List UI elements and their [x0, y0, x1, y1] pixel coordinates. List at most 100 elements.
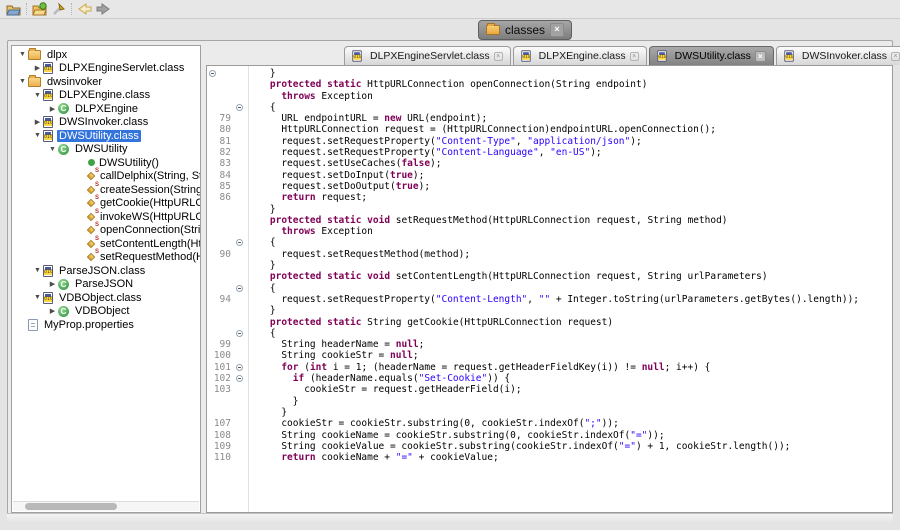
tree-item[interactable]: ▼DLPXEngine.class: [12, 89, 200, 103]
tree-item[interactable]: MyProp.properties: [12, 318, 200, 332]
expand-arrow-icon[interactable]: ▶: [47, 280, 58, 288]
tree-item[interactable]: ▶DWSInvoker.class: [12, 116, 200, 130]
close-tab-icon[interactable]: ×: [891, 52, 900, 61]
code-line: throws Exception: [207, 226, 892, 237]
fold-marker-icon[interactable]: [236, 375, 243, 382]
ctor-icon: [88, 159, 95, 166]
code-line: 99 String headerName = null;: [207, 339, 892, 350]
expand-arrow-icon[interactable]: ▶: [47, 105, 58, 113]
classfile-icon: [43, 62, 53, 74]
collapse-arrow-icon[interactable]: ▼: [32, 267, 43, 274]
class-icon: [58, 103, 69, 114]
code-lines: } protected static HttpURLConnection ope…: [207, 68, 892, 463]
expand-arrow-icon[interactable]: ▶: [32, 64, 43, 72]
search-icon[interactable]: [49, 1, 67, 17]
line-number: 79: [207, 113, 233, 124]
open-file-icon[interactable]: [4, 1, 22, 17]
fold-column: [233, 215, 247, 226]
fold-column: [233, 204, 247, 215]
line-number: 107: [207, 418, 233, 429]
fold-marker-icon[interactable]: [236, 364, 243, 371]
code-line: {: [207, 102, 892, 113]
editor-tab[interactable]: DWSInvoker.class ×: [776, 46, 900, 65]
open-type-icon[interactable]: [31, 1, 49, 17]
tree-item[interactable]: ▶DLPXEngineServlet.class: [12, 62, 200, 76]
tree-item[interactable]: ▼DWSUtility: [12, 143, 200, 157]
file-tree-panel: ▼ dlpx▶DLPXEngineServlet.class▼dwsinvoker…: [11, 45, 201, 513]
fold-marker-icon[interactable]: [236, 104, 243, 111]
tree-item[interactable]: openConnection(String): [12, 224, 200, 238]
collapse-arrow-icon[interactable]: ▼: [17, 51, 28, 58]
class-file-icon: [352, 50, 362, 61]
line-number: 94: [207, 294, 233, 305]
code-line: 94 request.setRequestProperty("Content-L…: [207, 294, 892, 305]
tree-item[interactable]: ▶DLPXEngine: [12, 102, 200, 116]
fold-column: [233, 283, 247, 294]
tree: ▼ dlpx▶DLPXEngineServlet.class▼dwsinvoker…: [12, 48, 200, 502]
classfile-icon: [43, 89, 53, 101]
tree-item[interactable]: ▼ dlpx: [12, 48, 200, 62]
classfile-icon: [43, 116, 53, 128]
fold-column: [233, 260, 247, 271]
fold-column: [233, 271, 247, 282]
tree-item[interactable]: setContentLength(Http: [12, 237, 200, 251]
fold-column: [233, 317, 247, 328]
editor-tab-label: DWSInvoker.class: [802, 50, 887, 62]
tree-item[interactable]: setRequestMethod(Http: [12, 251, 200, 265]
code-editor: DLPXEngineServlet.class×DLPXEngine.class…: [206, 45, 893, 513]
tree-item-label: setContentLength(Http: [98, 238, 200, 250]
fold-column: [233, 339, 247, 350]
collapse-arrow-icon[interactable]: ▼: [17, 78, 28, 85]
method-icon: [87, 225, 97, 235]
collapse-arrow-icon[interactable]: ▼: [32, 92, 43, 99]
fold-marker-icon[interactable]: [209, 70, 216, 77]
tree-item[interactable]: ▼ ParseJSON.class: [12, 264, 200, 278]
editor-tab[interactable]: DLPXEngineServlet.class×: [344, 46, 511, 65]
fold-column: [233, 181, 247, 192]
tree-item[interactable]: callDelphix(String, Strin: [12, 170, 200, 184]
tree-item-label: invokeWS(HttpURLConn: [98, 211, 200, 223]
code-line: 80 HttpURLConnection request = (HttpURLC…: [207, 124, 892, 135]
line-number: [207, 204, 233, 215]
collapse-arrow-icon[interactable]: ▼: [47, 146, 58, 153]
tree-item[interactable]: ▼dwsinvoker: [12, 75, 200, 89]
line-number: [207, 237, 233, 248]
tree-horizontal-scrollbar[interactable]: [13, 501, 199, 511]
close-window-tab-icon[interactable]: ×: [550, 23, 564, 37]
tree-item-label: ParseJSON.class: [57, 265, 147, 277]
tree-item-label: setRequestMethod(Http: [98, 251, 200, 263]
tree-item[interactable]: createSession(String, St: [12, 183, 200, 197]
tree-item[interactable]: DWSUtility(): [12, 156, 200, 170]
expand-arrow-icon[interactable]: ▶: [32, 118, 43, 126]
close-tab-icon[interactable]: ×: [494, 52, 503, 61]
collapse-arrow-icon[interactable]: ▼: [32, 132, 43, 139]
line-number: 109: [207, 441, 233, 452]
fold-marker-icon[interactable]: [236, 285, 243, 292]
tree-item[interactable]: ▶VDBObject: [12, 305, 200, 319]
tree-item[interactable]: ▼VDBObject.class: [12, 291, 200, 305]
fold-column: [233, 350, 247, 361]
code-area[interactable]: } protected static HttpURLConnection ope…: [206, 65, 893, 513]
collapse-arrow-icon[interactable]: ▼: [32, 294, 43, 301]
window-tab-classes[interactable]: classes ×: [478, 20, 572, 40]
editor-tab[interactable]: DLPXEngine.class×: [513, 46, 647, 65]
expand-arrow-icon[interactable]: ▶: [47, 307, 58, 315]
fold-column: [233, 373, 247, 384]
fold-marker-icon[interactable]: [236, 239, 243, 246]
fold-column: [233, 124, 247, 135]
tree-item[interactable]: getCookie(HttpURLCon: [12, 197, 200, 211]
tree-item[interactable]: ▶ParseJSON: [12, 278, 200, 292]
editor-tab[interactable]: DWSUtility.class×: [649, 46, 774, 65]
forward-icon[interactable]: [94, 1, 112, 17]
line-number: 86: [207, 192, 233, 203]
tree-item[interactable]: invokeWS(HttpURLConn: [12, 210, 200, 224]
close-tab-icon[interactable]: ×: [755, 51, 766, 62]
close-tab-icon[interactable]: ×: [630, 52, 639, 61]
fold-marker-icon[interactable]: [236, 330, 243, 337]
props-icon: [28, 319, 38, 331]
tree-item-label: dlpx: [45, 49, 69, 61]
tree-item[interactable]: ▼DWSUtility.class: [12, 129, 200, 143]
scrollbar-thumb[interactable]: [25, 503, 117, 510]
editor-horizontal-scrollbar[interactable]: [7, 513, 893, 522]
back-icon[interactable]: [76, 1, 94, 17]
